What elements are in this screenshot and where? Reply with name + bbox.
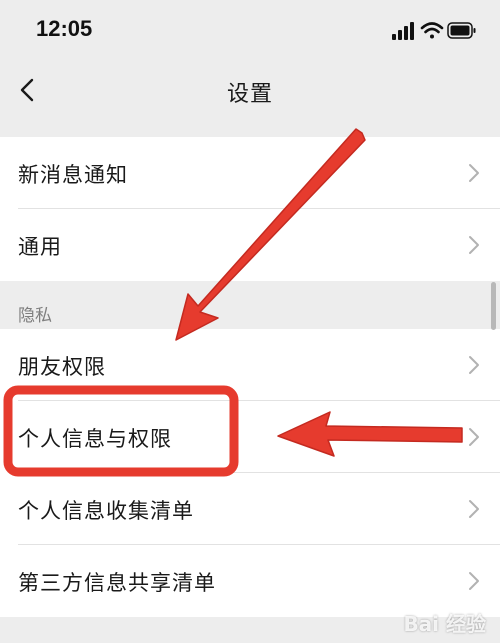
scrollbar[interactable] — [491, 282, 496, 330]
row-label: 通用 — [18, 235, 62, 259]
row-label: 新消息通知 — [18, 163, 128, 187]
chevron-right-icon — [469, 236, 479, 254]
watermark-logo: Bai 经验 — [403, 612, 486, 636]
settings-screen: 12:05 设置 新消息通知 通用 隐私 朋友权限 个人信息与权限 个人信息收集… — [0, 0, 500, 643]
settings-group-general: 新消息通知 通用 — [0, 137, 500, 281]
chevron-right-icon — [469, 572, 479, 590]
section-header-privacy: 隐私 — [0, 281, 500, 329]
chevron-right-icon — [469, 428, 479, 446]
section-header-label: 隐私 — [18, 306, 52, 326]
row-label: 个人信息收集清单 — [18, 499, 194, 523]
status-bar: 12:05 — [0, 0, 500, 62]
battery-icon — [447, 22, 476, 39]
settings-row-personal-info-collection-list[interactable]: 个人信息收集清单 — [0, 473, 500, 545]
settings-row-personal-info-permissions[interactable]: 个人信息与权限 — [0, 401, 500, 473]
page-title: 设置 — [226, 82, 273, 107]
chevron-right-icon — [469, 356, 479, 374]
settings-row-friend-permissions[interactable]: 朋友权限 — [0, 329, 500, 401]
settings-group-privacy: 朋友权限 个人信息与权限 个人信息收集清单 第三方信息共享清单 — [0, 329, 500, 617]
status-icons — [392, 20, 478, 44]
row-label: 朋友权限 — [18, 355, 106, 379]
wifi-icon — [420, 22, 444, 39]
row-label: 个人信息与权限 — [18, 427, 172, 451]
status-time: 12:05 — [36, 16, 93, 41]
nav-bar: 设置 — [0, 62, 500, 118]
cellular-signal-icon — [392, 22, 414, 40]
settings-row-general[interactable]: 通用 — [0, 209, 500, 281]
settings-row-new-message-notification[interactable]: 新消息通知 — [0, 137, 500, 209]
chevron-right-icon — [469, 164, 479, 182]
chevron-right-icon — [469, 500, 479, 518]
row-label: 第三方信息共享清单 — [18, 571, 216, 595]
settings-row-third-party-sharing-list[interactable]: 第三方信息共享清单 — [0, 545, 500, 617]
